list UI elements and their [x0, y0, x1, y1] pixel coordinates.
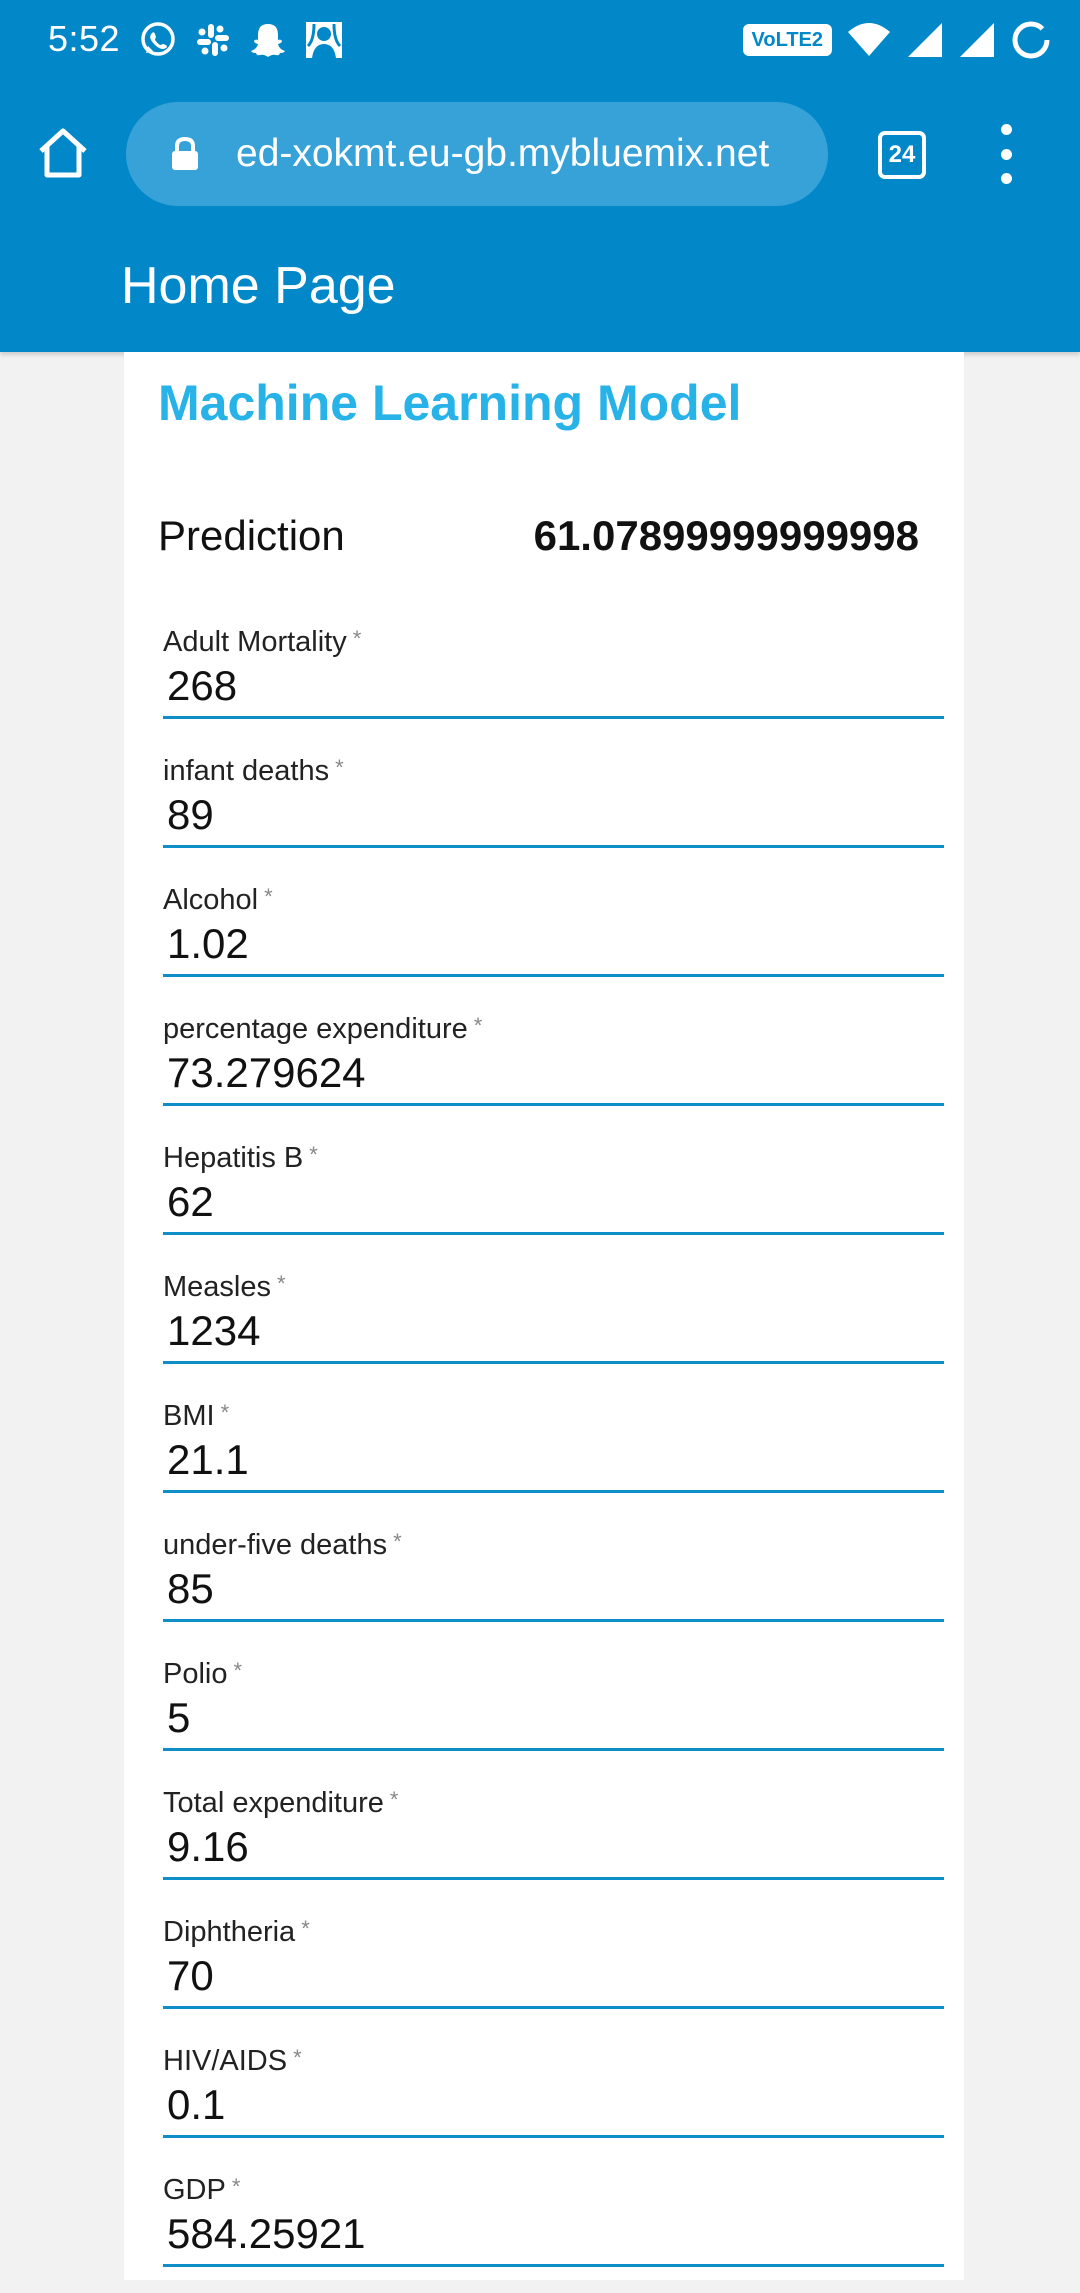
browser-toolbar: ed-xokmt.eu-gb.mybluemix.net 24: [0, 80, 1080, 226]
required-marker: *: [335, 755, 344, 780]
polio-input[interactable]: [163, 1688, 944, 1751]
required-marker: *: [220, 1400, 230, 1425]
required-marker: *: [301, 1916, 310, 1941]
url-text: ed-xokmt.eu-gb.mybluemix.net: [236, 132, 770, 175]
field-hiv-aids: HIV/AIDS *: [163, 2035, 944, 2164]
percentage-expenditure-input[interactable]: [163, 1043, 944, 1106]
required-marker: *: [309, 1142, 318, 1167]
bmi-input[interactable]: [163, 1430, 944, 1493]
overflow-menu-button[interactable]: [982, 124, 1030, 184]
required-marker: *: [233, 1658, 243, 1683]
field-percentage-expenditure: percentage expenditure *: [163, 1003, 944, 1132]
field-label: infant deaths: [163, 755, 330, 787]
field-label: BMI: [163, 1400, 215, 1432]
field-label: under-five deaths: [163, 1529, 388, 1561]
diphtheria-input[interactable]: [163, 1946, 944, 2009]
field-label: Measles: [163, 1271, 271, 1303]
total-expenditure-input[interactable]: [163, 1817, 944, 1880]
field-total-expenditure: Total expenditure *: [163, 1777, 944, 1906]
field-label: Adult Mortality: [163, 626, 347, 658]
card-title: Machine Learning Model: [158, 375, 742, 431]
field-label: Alcohol: [163, 884, 259, 916]
required-marker: *: [231, 2174, 241, 2199]
battery-saver-icon: [1012, 21, 1050, 59]
notification-icons: [138, 16, 344, 64]
menu-dot-icon: [1000, 124, 1012, 135]
system-icons: VoLTE2: [742, 16, 1052, 64]
adult-mortality-input[interactable]: [163, 656, 944, 719]
menu-dot-icon: [1000, 148, 1012, 160]
required-marker: *: [473, 1013, 483, 1038]
field-label: HIV/AIDS: [163, 2045, 288, 2077]
prediction-label: Prediction: [158, 512, 345, 559]
field-bmi: BMI *: [163, 1390, 944, 1519]
required-marker: *: [264, 884, 273, 909]
tab-switcher-button[interactable]: 24: [878, 131, 926, 179]
field-label: Diphtheria: [163, 1916, 296, 1948]
field-label: Hepatitis B: [163, 1142, 304, 1174]
home-icon: [39, 128, 87, 178]
page-title: Home Page: [121, 257, 396, 315]
field-diphtheria: Diphtheria *: [163, 1906, 944, 2035]
model-card: Machine Learning Model Prediction 61.078…: [124, 352, 964, 2280]
required-marker: *: [389, 1787, 399, 1812]
required-marker: *: [352, 626, 362, 651]
field-label: Total expenditure: [163, 1787, 384, 1819]
home-button[interactable]: [30, 120, 96, 186]
field-infant-deaths: infant deaths *: [163, 745, 944, 874]
required-marker: *: [293, 2045, 302, 2070]
gdp-input[interactable]: [163, 2204, 944, 2267]
hiv-aids-input[interactable]: [163, 2075, 944, 2138]
field-polio: Polio *: [163, 1648, 944, 1777]
field-under-five-deaths: under-five deaths *: [163, 1519, 944, 1648]
field-gdp: GDP *: [163, 2164, 944, 2293]
field-label: percentage expenditure: [163, 1013, 468, 1045]
status-bar: 5:52 VoLTE2: [0, 0, 1080, 80]
measles-input[interactable]: [163, 1301, 944, 1364]
avatar-notification-icon: [306, 22, 342, 58]
prediction-value: 61.07899999999998: [533, 512, 919, 559]
whatsapp-icon: [141, 22, 175, 56]
menu-dot-icon: [1000, 173, 1012, 184]
signal-1-icon: [908, 23, 942, 57]
address-bar[interactable]: ed-xokmt.eu-gb.mybluemix.net: [126, 102, 828, 206]
alcohol-input[interactable]: [163, 914, 944, 977]
input-fields: Adult Mortality* infant deaths* Alcohol*…: [163, 616, 944, 2293]
volte-badge: VoLTE2: [742, 24, 832, 56]
field-hepatitis-b: Hepatitis B *: [163, 1132, 944, 1261]
lock-icon: [172, 136, 198, 170]
snapchat-icon: [251, 24, 285, 57]
required-marker: *: [277, 1271, 286, 1296]
field-measles: Measles *: [163, 1261, 944, 1390]
infant-deaths-input[interactable]: [163, 785, 944, 848]
app-header: Home Page: [0, 226, 1080, 352]
required-marker: *: [393, 1529, 402, 1554]
slack-icon: [197, 24, 229, 56]
field-alcohol: Alcohol *: [163, 874, 944, 1003]
field-label: Polio: [163, 1658, 228, 1690]
signal-2-icon: [960, 23, 994, 57]
field-label: GDP: [163, 2174, 226, 2206]
field-adult-mortality: Adult Mortality *: [163, 616, 944, 745]
under-five-deaths-input[interactable]: [163, 1559, 944, 1622]
hepatitis-b-input[interactable]: [163, 1172, 944, 1235]
wifi-icon: [848, 23, 890, 56]
status-time: 5:52: [48, 18, 121, 59]
